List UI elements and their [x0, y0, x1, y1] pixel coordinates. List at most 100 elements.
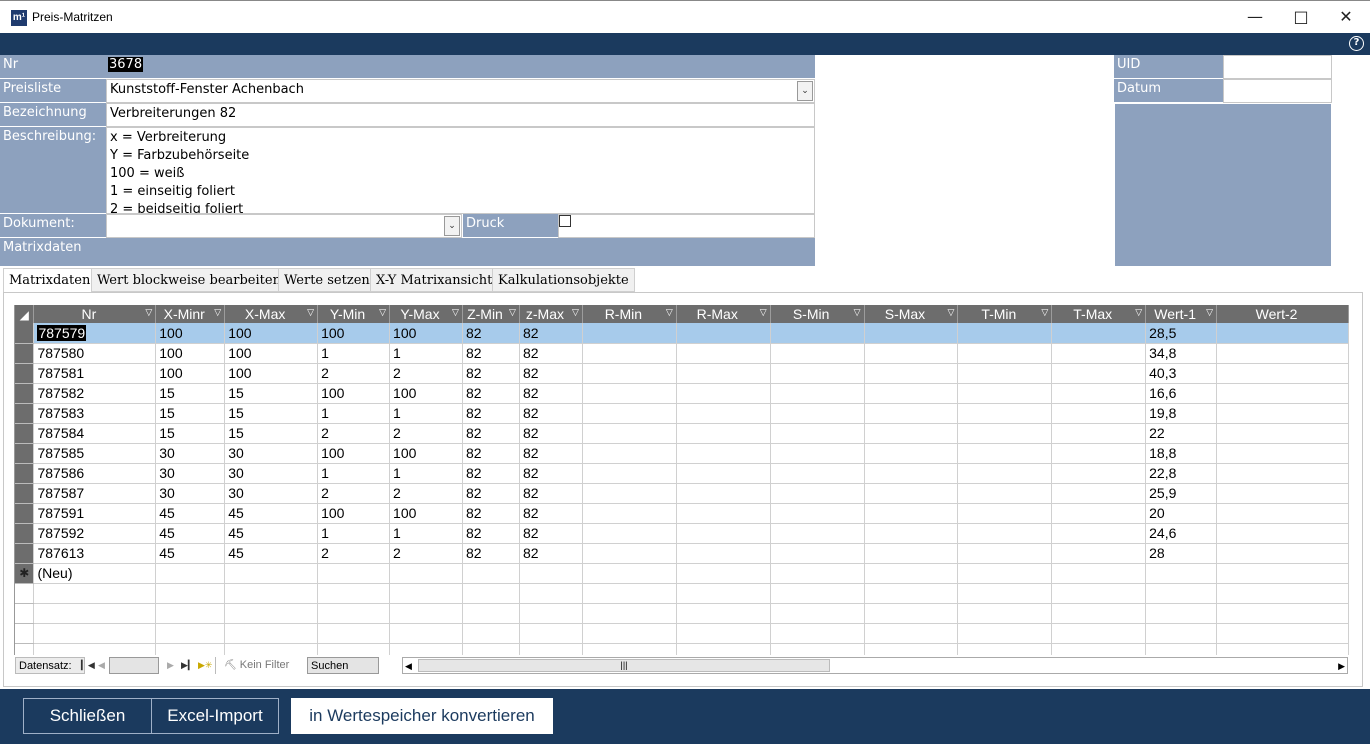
table-cell[interactable] — [1216, 343, 1349, 364]
table-cell[interactable] — [1051, 543, 1147, 564]
table-cell[interactable]: 100 — [224, 363, 319, 384]
table-cell[interactable] — [770, 483, 865, 504]
table-cell[interactable]: 30 — [155, 483, 226, 504]
table-cell[interactable]: 20 — [1145, 503, 1218, 524]
table-cell[interactable]: 787613 — [33, 543, 157, 564]
table-cell[interactable]: 15 — [224, 403, 319, 424]
table-cell[interactable]: 787585 — [33, 443, 157, 464]
table-cell[interactable]: 82 — [462, 343, 520, 364]
table-cell[interactable] — [957, 503, 1053, 524]
column-header[interactable]: R-Max ▽ — [676, 305, 771, 323]
table-cell[interactable]: 1 — [317, 523, 391, 544]
new-record-row[interactable]: ✱ (Neu) — [15, 563, 1349, 584]
table-cell[interactable]: 1 — [389, 463, 463, 484]
sort-dropdown-icon[interactable]: ▽ — [214, 307, 221, 318]
table-cell[interactable]: 45 — [155, 523, 226, 544]
table-cell[interactable]: 1 — [317, 403, 391, 424]
table-cell[interactable]: 82 — [462, 523, 520, 544]
row-selector[interactable] — [15, 323, 35, 344]
data-grid[interactable]: ◢ Nr ▽ X-Minr ▽ X-Max ▽ Y-Min ▽ Y-Max ▽ Z-Min ▽ z-Max… — [14, 305, 1349, 655]
table-cell[interactable]: 45 — [155, 543, 226, 564]
scroll-right-icon[interactable]: ▶ — [1338, 658, 1345, 674]
column-header[interactable]: X-Minr ▽ — [155, 305, 226, 323]
table-row[interactable]: 787580 100 100 1 1 82 82 34,8 — [15, 343, 1349, 364]
table-cell[interactable]: 18,8 — [1145, 443, 1218, 464]
table-cell[interactable] — [389, 563, 463, 584]
column-header[interactable]: S-Min ▽ — [770, 305, 865, 323]
row-selector[interactable] — [15, 343, 35, 364]
table-cell[interactable] — [864, 503, 959, 524]
table-cell[interactable]: 82 — [519, 543, 583, 564]
table-cell[interactable]: 24,6 — [1145, 523, 1218, 544]
table-cell[interactable]: 15 — [155, 403, 226, 424]
table-cell[interactable] — [770, 423, 865, 444]
table-cell[interactable] — [864, 363, 959, 384]
table-cell[interactable] — [957, 463, 1053, 484]
tab-werte-setzen[interactable]: Werte setzen — [278, 268, 376, 292]
table-cell[interactable]: 100 — [317, 323, 391, 344]
table-cell[interactable] — [1051, 483, 1147, 504]
table-cell[interactable]: 2 — [317, 423, 391, 444]
table-row[interactable]: 787587 30 30 2 2 82 82 25,9 — [15, 483, 1349, 504]
column-header[interactable]: Y-Max ▽ — [389, 305, 463, 323]
column-header[interactable]: S-Max ▽ — [864, 305, 959, 323]
table-cell[interactable] — [1216, 503, 1349, 524]
druck-checkbox[interactable] — [559, 215, 571, 227]
table-cell[interactable] — [224, 563, 319, 584]
help-icon[interactable]: ? — [1349, 36, 1364, 51]
table-cell[interactable] — [770, 543, 865, 564]
table-cell[interactable] — [1216, 363, 1349, 384]
table-cell[interactable] — [864, 523, 959, 544]
tab-matrixdaten[interactable]: Matrixdaten — [3, 268, 97, 293]
table-cell[interactable] — [1216, 543, 1349, 564]
table-cell[interactable]: 2 — [317, 543, 391, 564]
column-header[interactable]: Wert-2 — [1216, 305, 1349, 323]
table-cell[interactable] — [317, 563, 391, 584]
table-row[interactable]: 787585 30 30 100 100 82 82 18,8 — [15, 443, 1349, 464]
table-cell[interactable]: 100 — [389, 503, 463, 524]
column-header[interactable]: T-Max ▽ — [1051, 305, 1147, 323]
table-cell[interactable] — [1216, 523, 1349, 544]
table-cell[interactable] — [1051, 563, 1147, 584]
table-cell[interactable] — [582, 563, 677, 584]
table-cell[interactable] — [582, 463, 677, 484]
table-cell[interactable] — [957, 483, 1053, 504]
nr-field[interactable]: 3678 — [106, 55, 815, 79]
table-cell[interactable] — [957, 323, 1053, 344]
table-cell[interactable] — [770, 343, 865, 364]
table-cell[interactable]: 15 — [224, 423, 319, 444]
table-cell[interactable]: 30 — [155, 443, 226, 464]
sort-dropdown-icon[interactable]: ▽ — [760, 307, 767, 318]
sort-dropdown-icon[interactable]: ▽ — [1041, 307, 1048, 318]
table-cell[interactable]: 1 — [389, 403, 463, 424]
table-cell[interactable] — [462, 563, 520, 584]
table-cell[interactable] — [676, 483, 771, 504]
table-cell[interactable]: 82 — [519, 483, 583, 504]
table-cell[interactable] — [770, 563, 865, 584]
table-cell[interactable] — [1216, 403, 1349, 424]
maximize-button[interactable]: □ — [1278, 1, 1324, 33]
table-cell[interactable]: 100 — [224, 323, 319, 344]
table-cell[interactable]: 30 — [155, 463, 226, 484]
table-cell[interactable] — [864, 343, 959, 364]
close-button[interactable]: Schließen — [23, 698, 152, 734]
tab-wert-blockweise[interactable]: Wert blockweise bearbeiten — [91, 268, 287, 292]
row-selector[interactable] — [15, 483, 35, 504]
table-cell[interactable] — [582, 423, 677, 444]
table-cell[interactable]: 82 — [462, 443, 520, 464]
table-cell[interactable]: 82 — [519, 423, 583, 444]
table-cell[interactable] — [770, 523, 865, 544]
sort-dropdown-icon[interactable]: ▽ — [666, 307, 673, 318]
table-cell[interactable]: 30 — [224, 483, 319, 504]
table-cell[interactable] — [582, 483, 677, 504]
table-cell[interactable] — [957, 343, 1053, 364]
sort-dropdown-icon[interactable]: ▽ — [1135, 307, 1142, 318]
column-header[interactable]: Wert-1 ▽ — [1145, 305, 1218, 323]
bezeichnung-field[interactable]: Verbreiterungen 82 — [106, 103, 815, 127]
table-cell[interactable] — [957, 383, 1053, 404]
table-cell[interactable]: 82 — [519, 323, 583, 344]
table-cell[interactable] — [1051, 343, 1147, 364]
table-cell[interactable]: 40,3 — [1145, 363, 1218, 384]
table-cell[interactable] — [864, 563, 959, 584]
row-selector[interactable] — [15, 423, 35, 444]
